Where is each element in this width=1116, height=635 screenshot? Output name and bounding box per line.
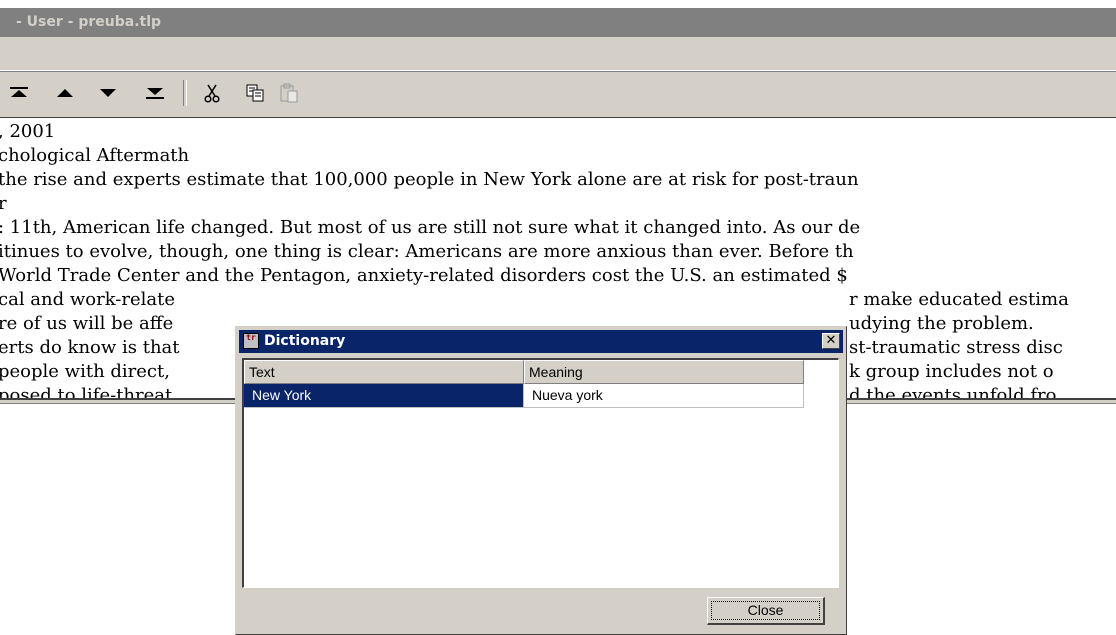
move-top-icon[interactable] <box>4 78 34 108</box>
column-header-meaning[interactable]: Meaning <box>524 360 804 384</box>
document-line: chological Aftermath <box>0 145 190 166</box>
table-cell-meaning[interactable]: Nueva york <box>524 384 804 408</box>
document-line: d the events unfold fro <box>849 385 1057 398</box>
window-title-bar[interactable]: - User - preuba.tlp <box>0 8 1116 37</box>
document-line: erts do know is that <box>0 337 180 358</box>
close-icon[interactable]: ✕ <box>822 333 840 349</box>
focus-rect <box>711 601 820 620</box>
document-line: people with direct, <box>0 361 170 382</box>
dictionary-table[interactable]: Text Meaning New York Nueva york <box>242 358 839 588</box>
document-line: k group includes not o <box>849 361 1054 382</box>
document-line: : 11th, American life changed. But most … <box>0 217 861 238</box>
document-line: itinues to evolve, though, one thing is … <box>0 241 854 262</box>
document-line: , 2001 <box>0 121 56 142</box>
copy-icon[interactable] <box>240 78 270 108</box>
document-line: re of us will be affe <box>0 313 174 334</box>
document-line: st-traumatic stress disc <box>849 337 1063 358</box>
app-icon: tr <box>243 333 259 349</box>
move-down-icon[interactable] <box>93 78 123 108</box>
window-title: - User - preuba.tlp <box>16 14 162 30</box>
column-header-text[interactable]: Text <box>244 360 524 384</box>
cut-icon[interactable] <box>197 78 227 108</box>
move-up-icon[interactable] <box>50 78 80 108</box>
document-line: cal and work-relate <box>0 289 176 310</box>
document-line: r <box>0 193 7 214</box>
document-line: the rise and experts estimate that 100,0… <box>0 169 859 190</box>
document-line: udying the problem. <box>849 313 1034 334</box>
paste-icon[interactable] <box>274 78 304 108</box>
document-line: posed to life-threat <box>0 385 173 398</box>
close-button[interactable]: Close <box>707 597 825 625</box>
dictionary-dialog: tr Dictionary ✕ Text Meaning New York Nu… <box>235 326 847 635</box>
dialog-title: Dictionary <box>264 333 346 349</box>
toolbar-separator <box>183 80 187 106</box>
move-bottom-icon[interactable] <box>140 78 170 108</box>
toolbar <box>0 71 1116 119</box>
menu-bar <box>0 37 1116 71</box>
document-line: r make educated estima <box>849 289 1069 310</box>
table-cell-text[interactable]: New York <box>244 384 524 408</box>
dialog-title-bar[interactable]: tr Dictionary ✕ <box>239 330 843 353</box>
document-line: World Trade Center and the Pentagon, anx… <box>0 265 848 286</box>
